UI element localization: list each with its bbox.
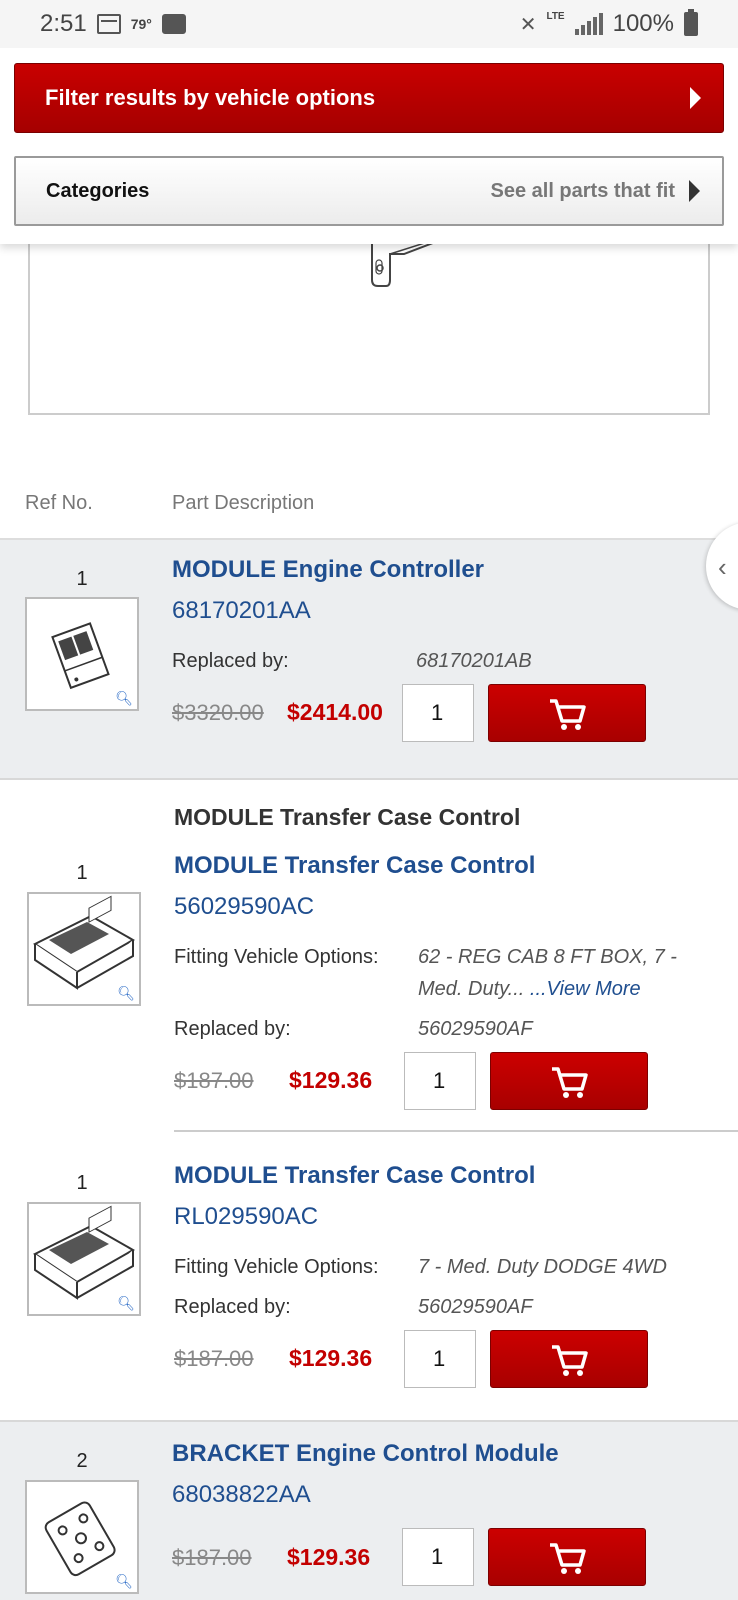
- add-to-cart-button[interactable]: [490, 1330, 648, 1388]
- replaced-by-value: 56029590AF: [418, 1018, 533, 1040]
- battery-icon: [684, 9, 698, 36]
- categories-title: Categories: [46, 179, 150, 202]
- sale-price: $129.36: [287, 1544, 371, 1570]
- zoom-icon: 🔍︎: [115, 690, 133, 706]
- variant-divider: [174, 1130, 738, 1132]
- part-thumbnail[interactable]: 🔍︎: [27, 1202, 141, 1316]
- part-title-link[interactable]: MODULE Transfer Case Control: [174, 1162, 535, 1190]
- sale-price: $2414.00: [287, 699, 383, 725]
- quantity-input[interactable]: 1: [404, 1052, 476, 1110]
- cart-icon: [550, 1543, 586, 1574]
- quantity-input[interactable]: 1: [402, 1528, 474, 1586]
- status-right: ✕ LTE 100%: [519, 9, 698, 38]
- ref-no-header: Ref No.: [25, 492, 93, 514]
- filter-vehicle-options-button[interactable]: Filter results by vehicle options: [14, 63, 724, 133]
- part-title-link[interactable]: MODULE Transfer Case Control: [174, 852, 535, 880]
- add-to-cart-button[interactable]: [490, 1052, 648, 1110]
- mute-icon: ✕: [519, 13, 537, 36]
- categories-bar[interactable]: Categories See all parts that fit: [14, 156, 724, 226]
- status-bar: 2:51 79° ✕ LTE 100%: [0, 0, 738, 48]
- status-temperature: 79°: [130, 16, 152, 32]
- quantity-input[interactable]: 1: [402, 684, 474, 742]
- original-price: $187.00: [172, 1545, 252, 1570]
- part-number-link[interactable]: 68170201AA: [172, 597, 311, 625]
- replaced-by-value: 68170201AB: [416, 650, 532, 672]
- chevron-right-icon: [690, 87, 701, 109]
- part-number-link[interactable]: RL029590AC: [174, 1203, 318, 1231]
- signal-icon: [574, 13, 603, 35]
- part-thumbnail[interactable]: 🔍︎: [27, 892, 141, 1006]
- add-to-cart-button[interactable]: [488, 1528, 646, 1586]
- activity-icon: [161, 14, 186, 34]
- status-time: 2:51: [40, 10, 87, 37]
- group-title: MODULE Transfer Case Control: [174, 804, 521, 830]
- original-price: $3320.00: [172, 700, 264, 725]
- part-title-link[interactable]: MODULE Engine Controller: [172, 556, 484, 584]
- part-number-link[interactable]: 68038822AA: [172, 1481, 311, 1509]
- battery-percent: 100%: [612, 10, 674, 37]
- replaced-by-label: Replaced by:: [174, 1018, 291, 1040]
- part-thumbnail[interactable]: 🔍︎: [25, 597, 139, 711]
- replaced-by-value: 56029590AF: [418, 1296, 533, 1318]
- filter-button-label: Filter results by vehicle options: [45, 85, 376, 110]
- zoom-icon: 🔍︎: [115, 1573, 133, 1589]
- row-divider: [0, 778, 738, 780]
- filter-panel: Filter results by vehicle options Catego…: [0, 48, 738, 244]
- cart-icon: [552, 1067, 588, 1098]
- fitting-options-label: Fitting Vehicle Options:: [174, 1256, 379, 1278]
- cart-icon: [552, 1345, 588, 1376]
- chevron-right-icon: [689, 180, 700, 202]
- see-all-parts-link[interactable]: See all parts that fit: [490, 179, 700, 203]
- ref-number: 1: [76, 568, 88, 590]
- zoom-icon: 🔍︎: [117, 1295, 135, 1311]
- add-to-cart-button[interactable]: [488, 684, 646, 742]
- part-description-header: Part Description: [172, 492, 315, 514]
- parts-diagram[interactable]: [28, 237, 710, 415]
- sale-price: $129.36: [289, 1067, 373, 1093]
- status-left: 2:51 79°: [40, 10, 186, 38]
- quantity-input[interactable]: 1: [404, 1330, 476, 1388]
- ref-number: 1: [76, 1172, 88, 1194]
- fitting-options-value: 62 - REG CAB 8 FT BOX, 7 - Med. Duty... …: [418, 941, 688, 1005]
- replaced-by-label: Replaced by:: [172, 650, 289, 672]
- ref-number: 1: [76, 862, 88, 884]
- cart-icon: [550, 699, 586, 730]
- ref-number: 2: [76, 1450, 88, 1472]
- original-price: $187.00: [174, 1068, 254, 1093]
- fitting-options-label: Fitting Vehicle Options:: [174, 946, 379, 968]
- chevron-left-icon: ‹: [718, 552, 727, 582]
- part-thumbnail[interactable]: 🔍︎: [25, 1480, 139, 1594]
- see-all-parts-label: See all parts that fit: [490, 179, 676, 202]
- original-price: $187.00: [174, 1346, 254, 1371]
- part-title-link[interactable]: BRACKET Engine Control Module: [172, 1440, 559, 1468]
- calendar-icon: [96, 14, 121, 34]
- network-type: LTE: [546, 10, 565, 22]
- fitting-options-value: 7 - Med. Duty DODGE 4WD: [418, 1256, 667, 1278]
- zoom-icon: 🔍︎: [117, 985, 135, 1001]
- diagram-illustration: [371, 237, 447, 287]
- view-more-link[interactable]: ...View More: [530, 978, 641, 1000]
- part-number-link[interactable]: 56029590AC: [174, 893, 314, 921]
- sale-price: $129.36: [289, 1345, 373, 1371]
- replaced-by-label: Replaced by:: [174, 1296, 291, 1318]
